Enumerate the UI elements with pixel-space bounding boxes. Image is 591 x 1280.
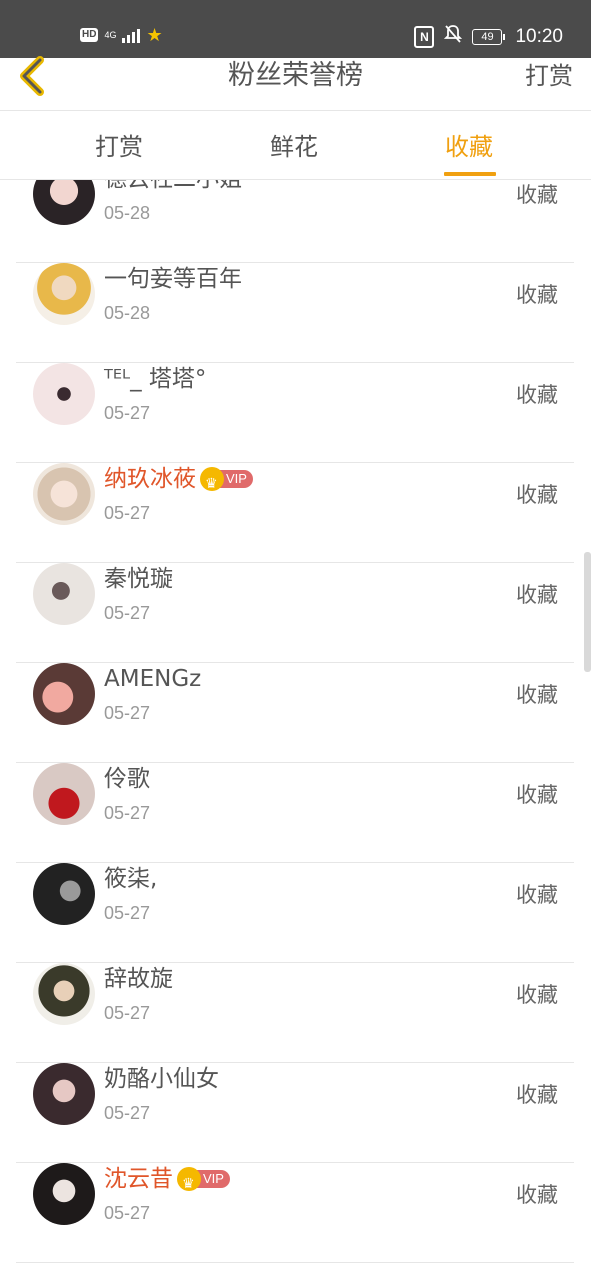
- avatar: [33, 463, 95, 525]
- fan-name: 纳玖冰莜 VIP: [104, 463, 253, 500]
- fan-action: 收藏: [516, 783, 558, 807]
- list-item[interactable]: ᵀᴱᴸ_ 塔塔° 05-27 收藏: [16, 362, 574, 463]
- tab-bar: 打赏 鲜花 收藏: [0, 111, 591, 180]
- fan-date: 05-27: [104, 1203, 151, 1223]
- list-item[interactable]: 德云社二小姐 05-28 收藏: [16, 180, 574, 263]
- avatar: [33, 363, 95, 425]
- status-bar: HD 4G ★ N 49 10:20: [0, 0, 591, 58]
- fan-name: 沈云昔 VIP: [104, 1163, 230, 1200]
- mute-bell-icon: [444, 24, 463, 49]
- fan-date: 05-27: [104, 703, 151, 723]
- fan-date: 05-28: [104, 203, 151, 223]
- page-title: 粉丝荣誉榜: [228, 60, 363, 91]
- signal-icon: [122, 27, 141, 43]
- active-tab-indicator: [444, 172, 496, 176]
- fan-name: AMENGz: [104, 666, 202, 692]
- vip-badge: VIP: [177, 1167, 230, 1200]
- vip-badge: VIP: [200, 467, 253, 500]
- network-type: 4G: [104, 29, 117, 40]
- fan-action: 收藏: [516, 683, 558, 707]
- avatar: [33, 863, 95, 925]
- scrollbar[interactable]: [584, 552, 591, 672]
- fan-name: ᵀᴱᴸ_ 塔塔°: [104, 366, 207, 392]
- fan-name: 德云社二小姐: [104, 180, 242, 195]
- list-item[interactable]: AMENGz 05-27 收藏: [16, 662, 574, 763]
- crown-icon: [177, 1167, 201, 1200]
- list-item[interactable]: 秦悦璇 05-27 收藏: [16, 562, 574, 663]
- fan-name: 一句妾等百年: [104, 266, 242, 292]
- fan-date: 05-27: [104, 1103, 151, 1123]
- list-item[interactable]: 纳玖冰莜 VIP 05-27 收藏: [16, 462, 574, 563]
- fan-date: 05-27: [104, 803, 151, 823]
- star-icon: ★: [146, 25, 163, 45]
- fan-date: 05-27: [104, 1003, 151, 1023]
- fan-action: 收藏: [516, 1083, 558, 1107]
- list-item[interactable]: 筱柒, 05-27 收藏: [16, 862, 574, 963]
- fan-action: 收藏: [516, 883, 558, 907]
- fan-action: 收藏: [516, 583, 558, 607]
- nav-bar: 粉丝荣誉榜 打赏: [0, 56, 591, 111]
- fan-action: 收藏: [516, 1183, 558, 1207]
- list-item[interactable]: 一句妾等百年 05-28 收藏: [16, 262, 574, 363]
- list-item[interactable]: 沈云昔 VIP 05-27 收藏: [16, 1162, 574, 1263]
- battery-level: 49: [472, 28, 503, 45]
- clock: 10:20: [515, 25, 563, 47]
- list-item[interactable]: 辞故旋 05-27 收藏: [16, 962, 574, 1063]
- fan-date: 05-27: [104, 903, 151, 923]
- fan-list[interactable]: 德云社二小姐 05-28 收藏 一句妾等百年 05-28 收藏 ᵀᴱᴸ_ 塔塔°…: [0, 180, 591, 1280]
- fan-name: 辞故旋: [104, 966, 173, 992]
- fan-action: 收藏: [516, 383, 558, 407]
- list-item[interactable]: 奶酪小仙女 05-27 收藏: [16, 1062, 574, 1163]
- nfc-icon: N: [414, 25, 435, 48]
- fan-name: 秦悦璇: [104, 566, 173, 592]
- list-item[interactable]: 伶歌 05-27 收藏: [16, 762, 574, 863]
- fan-date: 05-27: [104, 403, 151, 423]
- avatar: [33, 180, 95, 225]
- tab-reward[interactable]: 打赏: [95, 129, 143, 165]
- hd-badge: HD: [80, 28, 99, 42]
- avatar: [33, 963, 95, 1025]
- status-right: N 49 10:20: [414, 24, 563, 49]
- avatar: [33, 663, 95, 725]
- fan-name: 伶歌: [104, 766, 150, 792]
- fan-date: 05-27: [104, 503, 151, 523]
- fan-name: 筱柒,: [104, 866, 158, 892]
- reward-button[interactable]: 打赏: [525, 58, 573, 94]
- avatar: [33, 763, 95, 825]
- avatar: [33, 1063, 95, 1125]
- fan-date: 05-28: [104, 303, 151, 323]
- battery-icon: 49: [472, 28, 506, 45]
- status-left: HD 4G ★: [80, 26, 163, 44]
- avatar: [33, 1163, 95, 1225]
- tab-favorites[interactable]: 收藏: [445, 129, 493, 165]
- avatar: [33, 263, 95, 325]
- fan-action: 收藏: [516, 183, 558, 207]
- crown-icon: [200, 467, 224, 500]
- fan-date: 05-27: [104, 603, 151, 623]
- fan-action: 收藏: [516, 483, 558, 507]
- avatar: [33, 563, 95, 625]
- fan-action: 收藏: [516, 983, 558, 1007]
- tab-flowers[interactable]: 鲜花: [270, 129, 318, 165]
- fan-action: 收藏: [516, 283, 558, 307]
- fan-name: 奶酪小仙女: [104, 1066, 219, 1092]
